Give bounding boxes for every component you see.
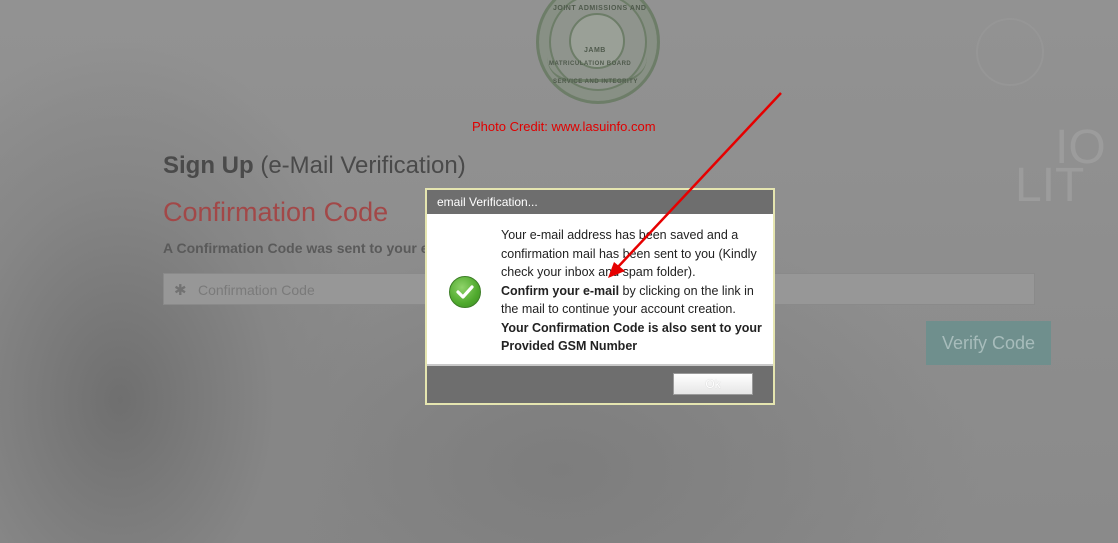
annotation-arrow xyxy=(608,92,782,278)
